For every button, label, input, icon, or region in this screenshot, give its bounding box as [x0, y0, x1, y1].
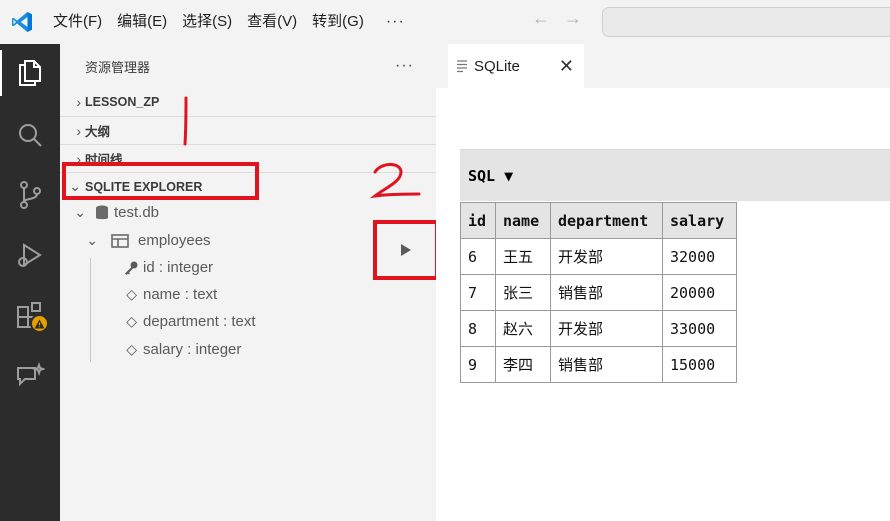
table-cell: 王五: [495, 238, 551, 275]
highlight-box-sqlite-explorer: [62, 162, 259, 200]
tree-item-column-name[interactable]: ◇ name : text: [60, 281, 360, 308]
section-label: 大纲: [85, 125, 111, 139]
section-label: LESSON_ZP: [85, 95, 160, 109]
tree-label: id : integer: [143, 259, 214, 276]
column-header: name: [495, 202, 551, 239]
column-header: department: [550, 202, 663, 239]
tree-label: salary : integer: [143, 341, 242, 358]
table-cell: 赵六: [495, 310, 551, 347]
menu-edit[interactable]: 编辑(E): [114, 0, 179, 44]
table-cell: 销售部: [550, 346, 663, 383]
results-table: id name department salary 6 王五 开发部 32000…: [460, 202, 737, 383]
table-cell: 开发部: [550, 310, 663, 347]
table-cell: 32000: [662, 238, 737, 275]
menu-view[interactable]: 查看(V): [244, 0, 309, 44]
table-cell: 张三: [495, 274, 551, 311]
menu-selection[interactable]: 选择(S): [179, 0, 244, 44]
table-cell: 李四: [495, 346, 551, 383]
table-header-row: id name department salary: [460, 202, 737, 239]
activity-bar: [0, 44, 60, 521]
tab-label: SQLite: [474, 57, 520, 75]
field-icon: ◇: [126, 286, 137, 302]
table-cell: 20000: [662, 274, 737, 311]
warning-badge-icon: [30, 314, 49, 333]
run-query-button[interactable]: [373, 220, 439, 280]
menu-bar: 文件(F) 编辑(E) 选择(S) 查看(V) 转到(G) ···: [50, 0, 415, 44]
tree-item-column-department[interactable]: ◇ department : text: [60, 308, 360, 335]
table-cell: 15000: [662, 346, 737, 383]
forward-arrow-icon[interactable]: →: [564, 8, 582, 29]
search-icon[interactable]: [0, 106, 60, 164]
database-icon: [90, 205, 114, 221]
title-bar: 文件(F) 编辑(E) 选择(S) 查看(V) 转到(G) ··· ← →: [0, 0, 890, 44]
chevron-down-icon: ⌄: [86, 232, 98, 248]
table-cell: 8: [460, 310, 496, 347]
sidebar-more-button[interactable]: ···: [395, 57, 414, 75]
column-header: salary: [662, 202, 737, 239]
tab-bar: SQLite ✕: [436, 44, 890, 88]
table-cell: 开发部: [550, 238, 663, 275]
table-cell: 9: [460, 346, 496, 383]
column-header: id: [460, 202, 496, 239]
tree-item-database[interactable]: ⌄ test.db: [60, 199, 360, 226]
field-icon: ◇: [126, 341, 137, 357]
tree-item-column-salary[interactable]: ◇ salary : integer: [60, 336, 360, 363]
vscode-logo-icon: [0, 0, 44, 44]
table-row: 8 赵六 开发部 33000: [460, 310, 737, 347]
sql-dropdown[interactable]: SQL ▼: [468, 167, 513, 185]
key-icon: [60, 261, 143, 275]
chevron-right-icon: ›: [76, 122, 81, 139]
back-arrow-icon[interactable]: ←: [532, 8, 550, 29]
field-icon: ◇: [126, 313, 137, 329]
table-cell: 7: [460, 274, 496, 311]
menu-more-button[interactable]: ···: [376, 13, 415, 31]
play-icon: [401, 244, 411, 256]
table-icon: [102, 233, 138, 248]
command-center-search[interactable]: [602, 7, 890, 37]
explorer-sidebar: 资源管理器 ··· › LESSON_ZP › 大纲 › 时间线 ⌄ SQLIT…: [60, 44, 439, 521]
table-cell: 销售部: [550, 274, 663, 311]
annotation-mark-2: [369, 163, 421, 199]
annotation-mark-1: [183, 96, 188, 146]
table-cell: 33000: [662, 310, 737, 347]
sidebar-title: 资源管理器: [85, 59, 151, 75]
tree-label: employees: [138, 232, 211, 249]
tree-label: test.db: [114, 204, 160, 221]
tree-label: name : text: [143, 286, 218, 303]
sql-dropdown-bar[interactable]: SQL ▼: [460, 149, 890, 201]
file-lines-icon: [457, 60, 467, 73]
table-row: 9 李四 销售部 15000: [460, 346, 737, 383]
tree-label: department : text: [143, 313, 256, 330]
table-cell: 6: [460, 238, 496, 275]
section-lesson-zp[interactable]: › LESSON_ZP: [60, 88, 436, 116]
tab-sqlite[interactable]: SQLite ✕: [448, 44, 584, 88]
editor-area: SQLite ✕ SQL ▼ id name department salary…: [436, 44, 890, 521]
chevron-right-icon: ›: [76, 94, 81, 110]
explorer-icon[interactable]: [0, 44, 60, 102]
extensions-icon[interactable]: [0, 286, 60, 344]
chevron-down-icon: ⌄: [74, 204, 86, 220]
close-icon[interactable]: ✕: [559, 56, 574, 76]
run-debug-icon[interactable]: [0, 226, 60, 284]
menu-go[interactable]: 转到(G): [309, 0, 376, 44]
menu-file[interactable]: 文件(F): [50, 0, 114, 44]
table-row: 7 张三 销售部 20000: [460, 274, 737, 311]
tree-item-table[interactable]: ⌄ employees: [60, 227, 360, 254]
section-outline[interactable]: › 大纲: [60, 116, 436, 144]
table-row: 6 王五 开发部 32000: [460, 238, 737, 275]
chat-icon[interactable]: [0, 346, 60, 404]
source-control-icon[interactable]: [0, 166, 60, 224]
tree-item-column-id[interactable]: id : integer: [60, 254, 360, 281]
